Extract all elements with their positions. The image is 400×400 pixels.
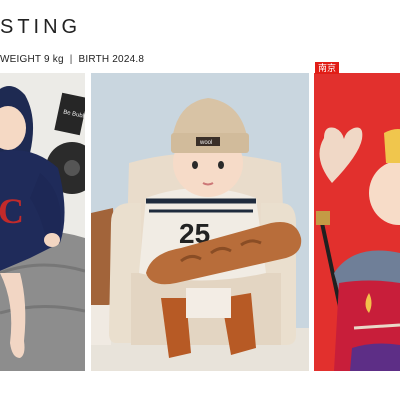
separator: | (69, 54, 73, 65)
hat-tag: wool (199, 140, 212, 146)
photo-3-image (314, 73, 400, 371)
photo-1-image: Be Bubble C (0, 73, 85, 371)
brand-title: STING (0, 16, 82, 38)
photo-baby-beanie[interactable]: 25 wool (91, 73, 309, 371)
profile-info: WEIGHT 9 kg | BIRTH 2024.8 (0, 54, 144, 65)
jersey-letter: C (0, 191, 24, 231)
city-badge: 南京 (315, 62, 340, 74)
photo-2-image: 25 wool (91, 73, 309, 371)
weight-value: 9 kg (44, 54, 64, 65)
birth-label: BIRTH (78, 54, 110, 65)
birth-value: 2024.8 (112, 54, 145, 65)
casting-page: STING WEIGHT 9 kg | BIRTH 2024.8 Be Bubb… (0, 0, 400, 400)
weight-label: WEIGHT (0, 54, 42, 65)
photo-baby-red[interactable] (314, 73, 400, 371)
photo-baby-hoodie[interactable]: Be Bubble C (0, 73, 85, 371)
